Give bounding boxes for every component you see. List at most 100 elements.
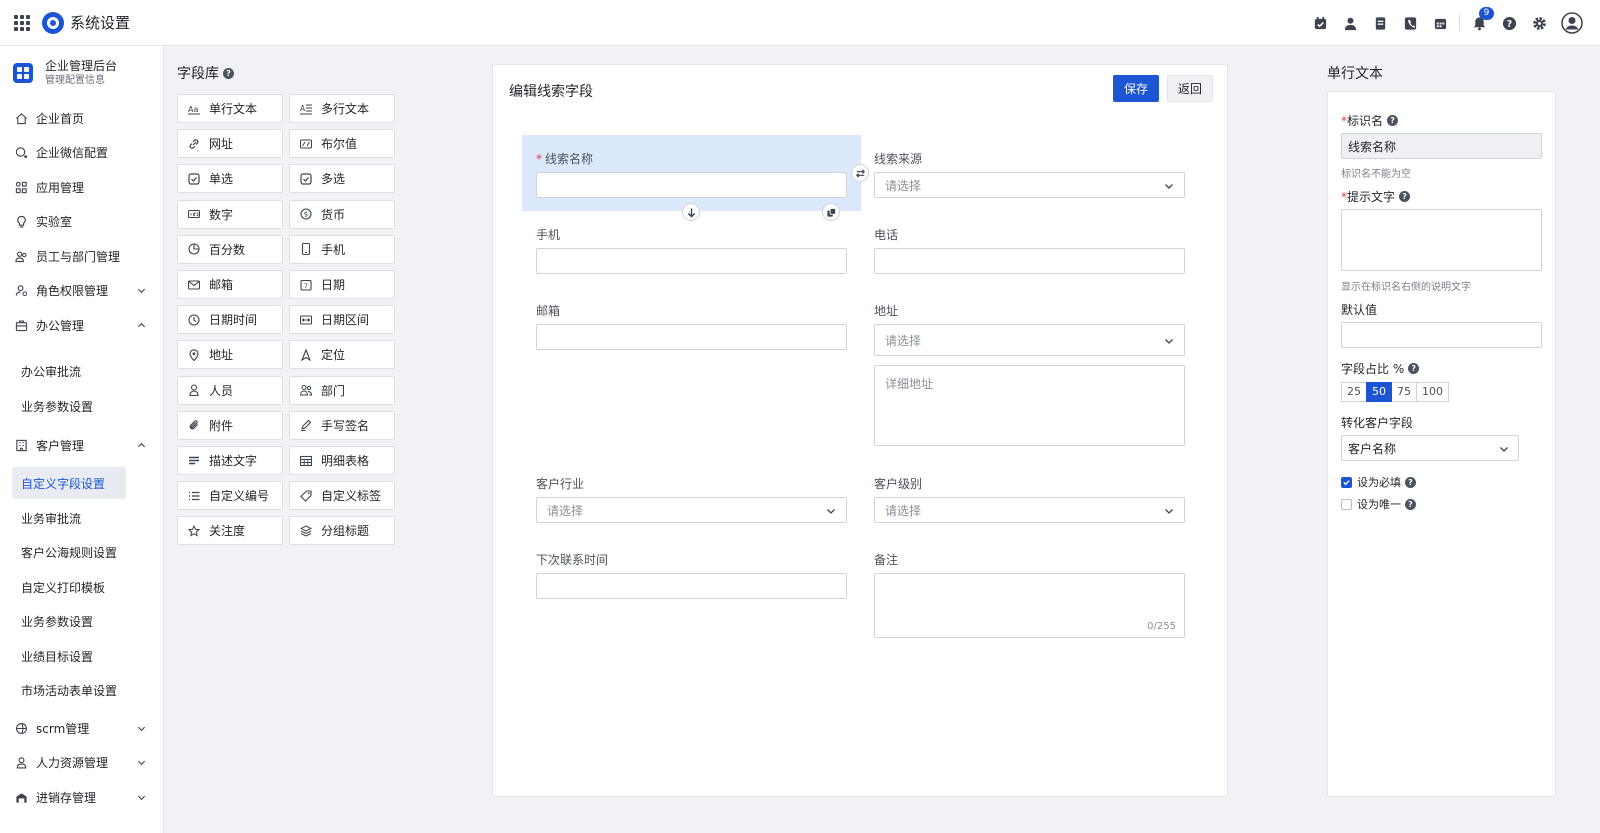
required-checkbox[interactable]: 设为必填? (1341, 474, 1416, 490)
id-input[interactable]: 线索名称 (1341, 133, 1542, 159)
sidebar-item-customer[interactable]: 客户管理 (0, 428, 164, 462)
help-icon[interactable]: ? (1387, 115, 1399, 126)
user-icon[interactable] (1342, 15, 1358, 31)
prompt-textarea[interactable] (1341, 209, 1542, 271)
library-field-item[interactable]: 手机 (289, 234, 395, 264)
next-contact-input[interactable] (536, 573, 847, 599)
sidebar-item-home[interactable]: 企业首页 (0, 101, 164, 135)
library-field-item[interactable]: 百分数 (177, 234, 283, 264)
ratio-option[interactable]: 75 (1391, 382, 1417, 402)
address-detail-textarea[interactable]: 详细地址 (874, 365, 1185, 446)
sidebar-item-label: 进销存管理 (36, 790, 97, 805)
library-field-item[interactable]: 日期区间 (289, 305, 395, 335)
sidebar-item-office[interactable]: 办公管理 (0, 308, 164, 342)
help-icon[interactable]: ? (223, 67, 234, 79)
library-field-item[interactable]: 单选 (177, 164, 283, 194)
library-field-item[interactable]: 关注度 (177, 516, 283, 546)
sidebar-item-hr[interactable]: 人力资源管理 (0, 745, 164, 779)
briefcase-icon (15, 319, 28, 331)
checkbox-checked-icon[interactable] (1341, 476, 1352, 488)
calendar-check-icon[interactable] (1312, 15, 1328, 31)
library-field-item[interactable]: 地址 (177, 340, 283, 370)
boolean-icon (300, 139, 312, 149)
library-field-item[interactable]: 分组标题 (289, 516, 395, 546)
convert-field-select[interactable]: 客户名称 (1341, 435, 1519, 461)
sidebar-subitem-sea-rules[interactable]: 客户公海规则设置 (12, 536, 126, 568)
library-field-item[interactable]: 布尔值 (289, 129, 395, 159)
address-select[interactable]: 请选择 (874, 324, 1185, 356)
help-icon[interactable]: ? (1399, 191, 1411, 202)
settings-icon[interactable] (1531, 15, 1547, 31)
library-field-item[interactable]: 定位 (289, 340, 395, 370)
library-field-item[interactable]: 日期时间 (177, 305, 283, 335)
sidebar-subitem-campaign-form[interactable]: 市场活动表单设置 (12, 674, 126, 706)
email-input[interactable] (536, 324, 847, 350)
level-select[interactable]: 请选择 (874, 497, 1185, 523)
ratio-option[interactable]: 100 (1416, 382, 1449, 402)
swap-icon[interactable] (851, 164, 869, 182)
sidebar-subitem-office-params[interactable]: 业务参数设置 (12, 390, 126, 422)
sidebar-subitem-biz-approval[interactable]: 业务审批流 (12, 502, 126, 534)
sidebar-subitem-targets[interactable]: 业绩目标设置 (12, 640, 126, 672)
help-icon[interactable]: ? (1405, 498, 1416, 510)
phone-icon[interactable] (1402, 15, 1418, 31)
library-field-item[interactable]: 部门 (289, 375, 395, 405)
sidebar-subitem-biz-params[interactable]: 业务参数设置 (12, 605, 126, 637)
help-icon[interactable]: ? (1405, 476, 1416, 488)
library-field-item[interactable]: 多选 (289, 164, 395, 194)
library-field-item[interactable]: 手写签名 (289, 410, 395, 440)
lead-name-input[interactable] (536, 172, 847, 198)
ratio-option[interactable]: 50 (1366, 382, 1392, 402)
library-field-item[interactable]: 人员 (177, 375, 283, 405)
remark-textarea[interactable]: 0/255 (874, 573, 1185, 638)
mobile-input[interactable] (536, 248, 847, 274)
help-icon[interactable]: ? (1408, 363, 1420, 374)
sidebar-item-label: 企业微信配置 (36, 145, 109, 160)
library-field-label: 多行文本 (321, 102, 370, 116)
library-field-item[interactable]: 附件 (177, 410, 283, 440)
checkbox-unchecked-icon[interactable] (1341, 498, 1352, 510)
apps-grid-icon[interactable] (14, 14, 30, 31)
sidebar-item-apps[interactable]: 应用管理 (0, 170, 164, 204)
sidebar-item-scrm[interactable]: scrm管理 (0, 711, 164, 745)
calendar-icon[interactable] (1432, 15, 1448, 31)
bell-icon[interactable]: 9 (1471, 7, 1494, 31)
default-value-input[interactable] (1341, 322, 1542, 348)
phone-input[interactable] (874, 248, 1185, 274)
lead-source-select[interactable]: 请选择 (874, 172, 1185, 198)
sidebar-item-lab[interactable]: 实验室 (0, 204, 164, 238)
currency-icon: $ (300, 208, 312, 220)
library-field-item[interactable]: $ 货币 (289, 199, 395, 229)
date-icon: 7 (300, 279, 312, 291)
document-icon[interactable] (1372, 15, 1388, 31)
sidebar-item-wecom[interactable]: 企业微信配置 (0, 135, 164, 169)
avatar-icon[interactable] (1561, 12, 1583, 34)
library-field-item[interactable]: 数字 (177, 199, 283, 229)
move-down-icon[interactable] (682, 203, 700, 221)
sidebar-item-inventory[interactable]: 进销存管理 (0, 780, 164, 814)
unique-checkbox[interactable]: 设为唯一? (1341, 496, 1416, 512)
ratio-option[interactable]: 25 (1341, 382, 1367, 402)
library-field-item[interactable]: A 多行文本 (289, 94, 395, 123)
apps-icon (15, 181, 27, 193)
library-field-item[interactable]: Aa 单行文本 (177, 94, 283, 123)
library-field-item[interactable]: 描述文字 (177, 446, 283, 475)
library-field-item[interactable]: 7 日期 (289, 270, 395, 299)
library-field-item[interactable]: 自定义编号 (177, 481, 283, 511)
back-button[interactable]: 返回 (1167, 75, 1213, 102)
library-field-item[interactable]: 自定义标签 (289, 481, 395, 511)
org-header[interactable]: 企业管理后台 管理配置信息 (0, 46, 163, 100)
library-field-item[interactable]: 明细表格 (289, 446, 395, 475)
sidebar-subitem-office-approval[interactable]: 办公审批流 (12, 355, 126, 387)
save-button[interactable]: 保存 (1113, 75, 1159, 102)
sidebar-subitem-custom-fields[interactable]: 自定义字段设置 (12, 467, 126, 499)
sidebar-subitem-print-template[interactable]: 自定义打印模板 (12, 571, 126, 603)
help-icon[interactable]: ? (1501, 15, 1517, 31)
library-field-item[interactable]: 邮箱 (177, 270, 283, 299)
industry-select[interactable]: 请选择 (536, 497, 847, 523)
copy-icon[interactable] (822, 203, 840, 221)
sidebar-item-roles[interactable]: 角色权限管理 (0, 273, 164, 307)
library-field-item[interactable]: 网址 (177, 129, 283, 159)
sidebar-item-staff[interactable]: 员工与部门管理 (0, 239, 164, 273)
field-label-email: 邮箱 (536, 304, 561, 318)
